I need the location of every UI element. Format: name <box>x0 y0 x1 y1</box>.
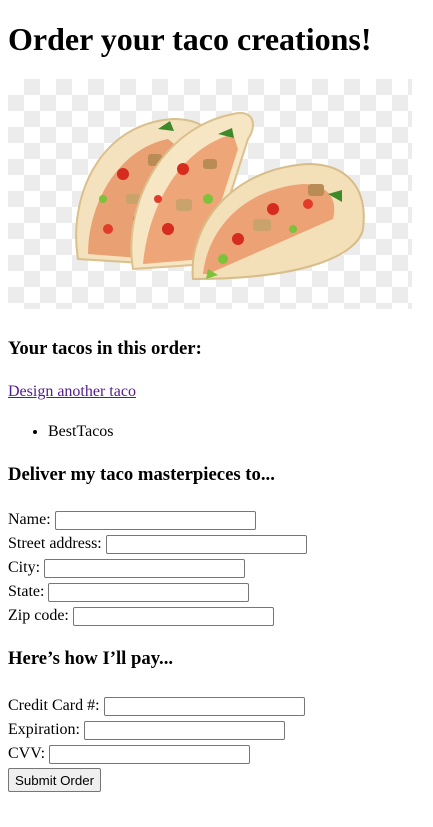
taco-illustration <box>75 112 365 281</box>
cc-number-field[interactable] <box>103 696 305 716</box>
state-label: State: <box>8 583 45 600</box>
zip-row: Zip code: <box>8 604 425 628</box>
street-address-field[interactable] <box>105 534 307 554</box>
delivery-heading: Deliver my taco masterpieces to... <box>8 464 275 485</box>
city-label: City: <box>8 559 41 576</box>
cvv-field[interactable] <box>49 744 251 764</box>
name-label: Name: <box>8 511 51 528</box>
zip-code-field[interactable] <box>72 606 274 626</box>
delivery-form: Name: Street address: City: State: Zip c… <box>8 508 425 628</box>
city-field[interactable] <box>44 558 246 578</box>
expiration-row: Expiration: <box>8 718 425 742</box>
city-row: City: <box>8 556 425 580</box>
expiration-label: Expiration: <box>8 721 80 738</box>
street-row: Street address: <box>8 532 425 556</box>
page: Order your taco creations! Your tacos in… <box>0 21 433 792</box>
list-item: BestTacos <box>48 422 425 442</box>
design-link-row: Design another taco <box>8 382 425 402</box>
payment-heading: Here’s how I’ll pay... <box>8 648 174 669</box>
name-row: Name: <box>8 508 425 532</box>
state-row: State: <box>8 580 425 604</box>
street-address-label: Street address: <box>8 535 102 552</box>
cvv-row: CVV: <box>8 742 425 766</box>
payment-form: Credit Card #: Expiration: CVV: Submit O… <box>8 694 425 792</box>
cc-number-row: Credit Card #: <box>8 694 425 718</box>
cc-number-label: Credit Card #: <box>8 697 100 714</box>
order-heading: Your tacos in this order: <box>8 338 202 359</box>
expiration-field[interactable] <box>83 720 285 740</box>
page-title: Order your taco creations! <box>8 21 372 57</box>
taco-list: BestTacos <box>8 422 425 442</box>
cvv-label: CVV: <box>8 745 46 762</box>
submit-order-button[interactable]: Submit Order <box>8 768 102 792</box>
name-field[interactable] <box>54 510 256 530</box>
zip-code-label: Zip code: <box>8 607 69 624</box>
taco-image <box>8 79 412 309</box>
state-field[interactable] <box>48 582 250 602</box>
design-another-taco-link[interactable]: Design another taco <box>8 383 136 400</box>
